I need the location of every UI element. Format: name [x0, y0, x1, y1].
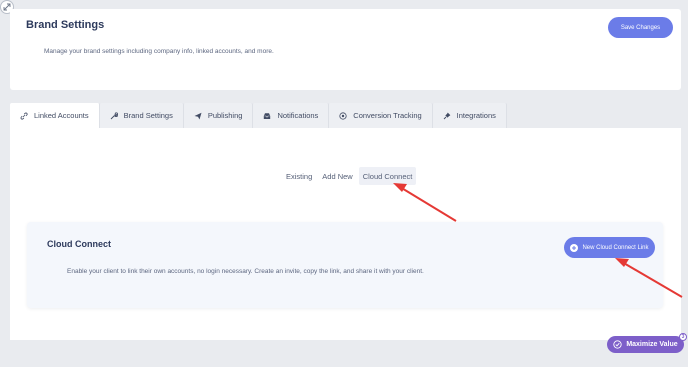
page-description: Manage your brand settings including com… — [44, 48, 274, 55]
header-card: Brand Settings Manage your brand setting… — [10, 9, 681, 90]
page-title: Brand Settings — [26, 19, 105, 31]
new-cloud-connect-link-label: New Cloud Connect Link — [582, 244, 649, 251]
cloud-connect-title: Cloud Connect — [47, 239, 111, 249]
maximize-value-button[interactable]: Maximize Value — [607, 336, 684, 353]
plus-circle-icon — [570, 243, 579, 252]
target-icon — [339, 111, 347, 120]
tab-label: Notifications — [277, 111, 319, 120]
send-icon — [194, 112, 202, 119]
wrench-icon — [110, 111, 118, 119]
linked-accounts-subtabs: Existing Add New Cloud Connect — [282, 167, 417, 185]
cloud-connect-description: Enable your client to link their own acc… — [67, 268, 424, 275]
maximize-value-label: Maximize Value — [626, 341, 678, 348]
cloud-connect-card: Cloud Connect Enable your client to link… — [27, 222, 663, 308]
tab-label: Publishing — [207, 111, 243, 120]
tab-label: Conversion Tracking — [353, 111, 422, 120]
plug-icon — [443, 112, 450, 119]
linked-accounts-panel: Existing Add New Cloud Connect Cloud Con… — [10, 128, 681, 340]
subtab-existing[interactable]: Existing — [282, 167, 316, 185]
settings-tabs: Linked Accounts Brand Settings Publishin… — [10, 103, 507, 128]
tab-linked-accounts[interactable]: Linked Accounts — [10, 103, 100, 128]
maximize-count-badge: 3 — [679, 333, 687, 341]
tab-label: Linked Accounts — [34, 111, 89, 120]
tab-notifications[interactable]: Notifications — [253, 103, 330, 128]
save-changes-button[interactable]: Save Changes — [608, 17, 673, 38]
tab-brand-settings[interactable]: Brand Settings — [99, 103, 184, 128]
new-cloud-connect-link-button[interactable]: New Cloud Connect Link — [564, 237, 655, 258]
tab-integrations[interactable]: Integrations — [432, 103, 507, 128]
tab-conversion-tracking[interactable]: Conversion Tracking — [329, 103, 433, 128]
tab-label: Brand Settings — [123, 111, 173, 120]
inbox-icon — [264, 112, 271, 119]
link-icon — [20, 112, 28, 120]
subtab-cloud-connect[interactable]: Cloud Connect — [358, 167, 417, 185]
tab-publishing[interactable]: Publishing — [183, 103, 254, 128]
subtab-add-new[interactable]: Add New — [318, 167, 356, 185]
tab-label: Integrations — [456, 111, 496, 120]
check-circle-icon — [613, 340, 622, 349]
